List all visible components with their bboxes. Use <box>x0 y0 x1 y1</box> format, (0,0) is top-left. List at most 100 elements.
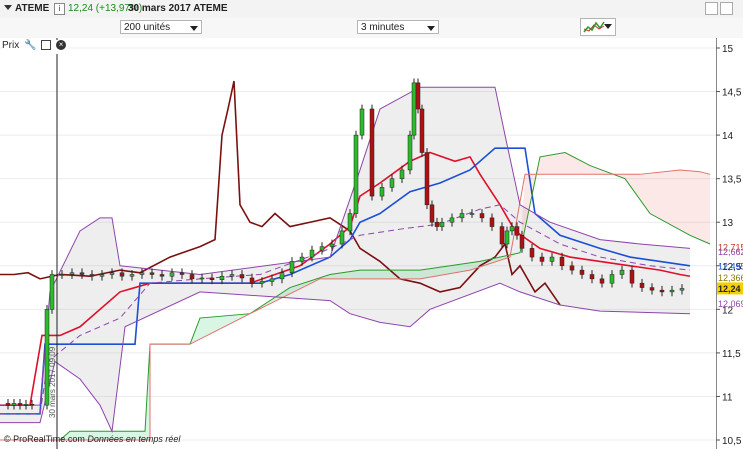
candle-body <box>249 277 255 284</box>
y-tick-label: 11 <box>722 392 733 403</box>
candle-body <box>79 272 85 275</box>
candle-body <box>269 278 275 282</box>
interval-select-value: 3 minutes <box>361 22 405 33</box>
candle-body <box>419 108 425 153</box>
y-axis: 1514,51413,51312,51211,51110,512,71512,6… <box>716 38 743 449</box>
candle-body <box>429 204 435 223</box>
candle-body <box>549 256 555 262</box>
candle-body <box>659 289 665 293</box>
chevron-down-icon[interactable] <box>4 5 12 10</box>
candle-body <box>189 274 195 280</box>
indicator-selector-button[interactable] <box>580 18 616 36</box>
candle-body <box>149 272 155 275</box>
y-tick-label: 13,5 <box>722 175 742 186</box>
candle-body <box>559 256 565 267</box>
candle-body <box>415 82 421 110</box>
candle-body <box>439 221 445 227</box>
chart-panel-label: Prix <box>2 40 20 51</box>
candle-body <box>411 82 417 136</box>
candle-body <box>339 230 345 245</box>
toolbar: 200 unités 3 minutes <box>0 18 743 38</box>
candle-body <box>649 287 655 291</box>
y-tick-label: 14,5 <box>722 88 742 99</box>
candle-body <box>609 274 615 284</box>
chevron-down-icon <box>427 26 435 31</box>
title-bar: ATEME i 12,24 (+13,97%) 30 mars 2017 ATE… <box>0 0 743 19</box>
maximize-window-button[interactable] <box>720 2 733 15</box>
candle-body <box>509 226 515 232</box>
candle-body <box>329 243 335 247</box>
copyright-label: © ProRealTime.com <box>4 434 85 444</box>
chevron-down-icon <box>604 24 612 29</box>
close-icon[interactable]: × <box>56 40 67 51</box>
chevron-down-icon <box>190 26 198 31</box>
candle-body <box>479 213 485 219</box>
candle-body <box>11 403 17 406</box>
price-tag: 12,662 <box>718 247 743 257</box>
chart-panel-header: Prix 🔧 × <box>2 40 69 54</box>
units-select-value: 200 unités <box>124 22 171 33</box>
minimize-window-button[interactable] <box>705 2 718 15</box>
candle-body <box>299 256 305 262</box>
candle-body <box>49 274 55 310</box>
candle-body <box>5 403 11 406</box>
y-tick-label: 10,5 <box>722 436 742 447</box>
candle-body <box>399 169 405 179</box>
candle-body <box>59 274 65 276</box>
candle-body <box>519 235 525 249</box>
candle-body <box>347 213 353 232</box>
info-icon[interactable]: i <box>54 3 65 15</box>
candle-body <box>449 217 455 223</box>
candle-body <box>179 272 185 275</box>
candle-body <box>629 269 635 284</box>
candle-body <box>679 288 685 291</box>
candle-body <box>219 275 225 280</box>
candle-body <box>239 274 245 279</box>
candle-body <box>139 272 145 275</box>
candle-body <box>209 277 215 280</box>
candle-body <box>424 152 430 206</box>
candle-body <box>89 274 95 277</box>
candle-body <box>539 256 545 262</box>
wrench-icon[interactable]: 🔧 <box>24 40 36 51</box>
candle-body <box>69 272 75 275</box>
candle-body <box>369 108 375 197</box>
price-tag: 12,069 <box>718 299 743 309</box>
candle-body <box>29 404 35 406</box>
units-select[interactable]: 200 unités <box>120 20 202 34</box>
candle-body <box>169 272 175 277</box>
candle-body <box>379 187 385 197</box>
realtime-label: Données en temps réel <box>87 434 181 444</box>
candle-body <box>469 213 475 215</box>
candle-body <box>499 226 505 245</box>
candle-body <box>599 278 605 284</box>
maximize-icon[interactable] <box>41 40 52 51</box>
candle-body <box>669 289 675 293</box>
price-tag: 12,495 <box>718 262 743 272</box>
y-tick-label: 15 <box>722 44 734 55</box>
candle-body <box>459 213 465 219</box>
candle-body <box>569 265 575 271</box>
candle-body <box>289 261 295 273</box>
candle-body <box>229 274 235 277</box>
interval-select[interactable]: 3 minutes <box>357 20 439 34</box>
candle-body <box>589 274 595 280</box>
candle-body <box>434 221 440 227</box>
candle-body <box>23 404 29 406</box>
candle-body <box>319 246 325 251</box>
candle-body <box>17 403 23 406</box>
candle-body <box>504 230 510 245</box>
ichimoku-indicator-icon <box>583 21 605 33</box>
y-tick-label: 13 <box>722 218 734 229</box>
footer-credit: © ProRealTime.com Données en temps réel <box>4 434 180 444</box>
candle-body <box>99 274 105 277</box>
y-tick-label: 14 <box>722 131 734 142</box>
price-tag: 12,24 <box>718 284 741 294</box>
candle-body <box>639 282 645 288</box>
price-tag: 12,366 <box>718 273 743 283</box>
price-chart[interactable]: 30 mars 2017 09:09 <box>0 38 716 449</box>
candle-body <box>259 281 265 284</box>
candle-body <box>579 269 585 275</box>
candle-body <box>129 274 135 277</box>
candle-body <box>109 272 115 275</box>
